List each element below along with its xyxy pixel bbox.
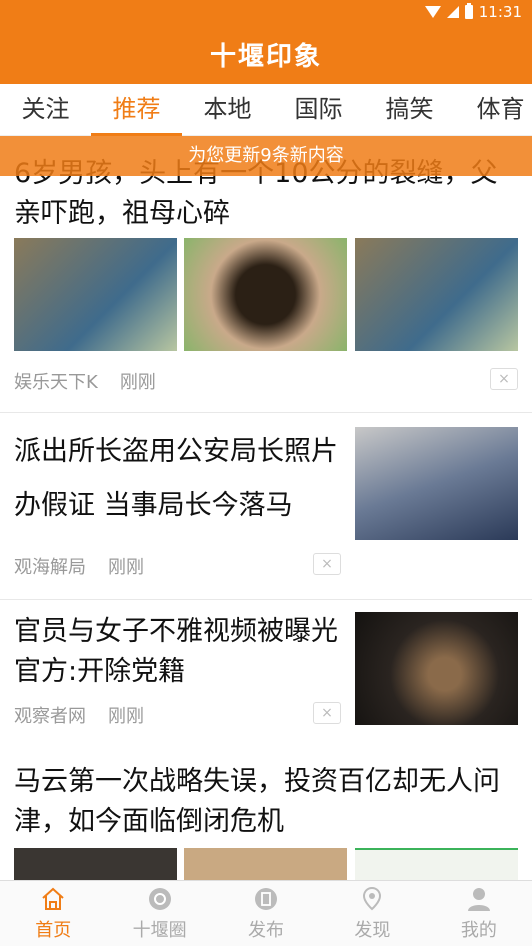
- news-title[interactable]: 官员与女子不雅视频被曝光 官方:开除党籍: [14, 612, 344, 692]
- wifi-icon: [424, 6, 441, 18]
- news-image[interactable]: [184, 238, 347, 351]
- home-icon: [42, 887, 64, 910]
- nav-mine[interactable]: 我的: [426, 881, 532, 946]
- news-time: 刚刚: [119, 372, 156, 393]
- nav-home[interactable]: 首页: [0, 881, 106, 946]
- user-icon: [467, 887, 490, 911]
- list-item[interactable]: 派出所长盗用公安局长照片办假证 当事局长今落马 观海解局 刚刚 ×: [0, 413, 532, 600]
- nav-label: 十堰圈: [132, 919, 187, 941]
- news-time: 刚刚: [108, 706, 144, 727]
- news-image[interactable]: [14, 848, 177, 880]
- tab-funny[interactable]: 搞笑: [364, 84, 455, 135]
- tab-international[interactable]: 国际: [273, 84, 364, 135]
- nav-circle[interactable]: 十堰圈: [106, 881, 212, 946]
- news-time: 刚刚: [108, 557, 144, 578]
- battery-icon: [464, 3, 473, 19]
- news-source: 观海解局: [14, 557, 86, 578]
- tab-local[interactable]: 本地: [182, 84, 273, 135]
- dismiss-button[interactable]: ×: [313, 702, 341, 724]
- news-image[interactable]: [14, 238, 177, 351]
- status-bar: 11:31: [0, 0, 532, 24]
- news-feed: 6岁男孩，头上有一个10公分的裂缝，父亲吓跑，祖母心碎 娱乐天下K 刚刚 × 派…: [0, 136, 532, 880]
- publish-icon: [255, 887, 278, 910]
- news-image[interactable]: [184, 848, 347, 880]
- list-item[interactable]: 6岁男孩，头上有一个10公分的裂缝，父亲吓跑，祖母心碎 娱乐天下K 刚刚 ×: [0, 136, 532, 413]
- news-image[interactable]: [355, 612, 518, 725]
- bottom-navigation: 首页 十堰圈 发布 发现 我的: [0, 880, 532, 946]
- category-tabs: 关注 推荐 本地 国际 搞笑 体育: [0, 84, 532, 136]
- tab-follow[interactable]: 关注: [0, 84, 91, 135]
- list-item[interactable]: 马云第一次战略失误，投资百亿却无人问津，如今面临倒闭危机: [0, 750, 532, 880]
- update-notice: 为您更新9条新内容: [0, 136, 532, 176]
- app-title: 十堰印象: [0, 24, 532, 84]
- news-source: 观察者网: [14, 706, 86, 727]
- dismiss-button[interactable]: ×: [313, 553, 341, 575]
- news-image[interactable]: [355, 238, 518, 351]
- nav-label: 首页: [35, 919, 72, 941]
- news-title[interactable]: 派出所长盗用公安局长照片办假证 当事局长今落马: [14, 425, 344, 533]
- circle-icon: [148, 887, 171, 910]
- news-source: 娱乐天下K: [14, 372, 98, 393]
- nav-label: 发布: [248, 919, 285, 941]
- location-icon: [363, 886, 382, 910]
- signal-icon: [446, 6, 459, 18]
- nav-label: 我的: [460, 919, 497, 941]
- status-time: 11:31: [478, 3, 522, 21]
- nav-label: 发现: [354, 919, 391, 941]
- news-title[interactable]: 马云第一次战略失误，投资百亿却无人问津，如今面临倒闭危机: [14, 762, 518, 842]
- nav-publish[interactable]: 发布: [213, 881, 319, 946]
- list-item[interactable]: 官员与女子不雅视频被曝光 官方:开除党籍 观察者网 刚刚 ×: [0, 600, 532, 750]
- nav-discover[interactable]: 发现: [319, 881, 425, 946]
- news-image[interactable]: [355, 848, 518, 880]
- tab-sports[interactable]: 体育: [455, 84, 532, 135]
- news-image[interactable]: [355, 427, 518, 540]
- tab-recommend[interactable]: 推荐: [91, 84, 182, 136]
- dismiss-button[interactable]: ×: [490, 368, 518, 390]
